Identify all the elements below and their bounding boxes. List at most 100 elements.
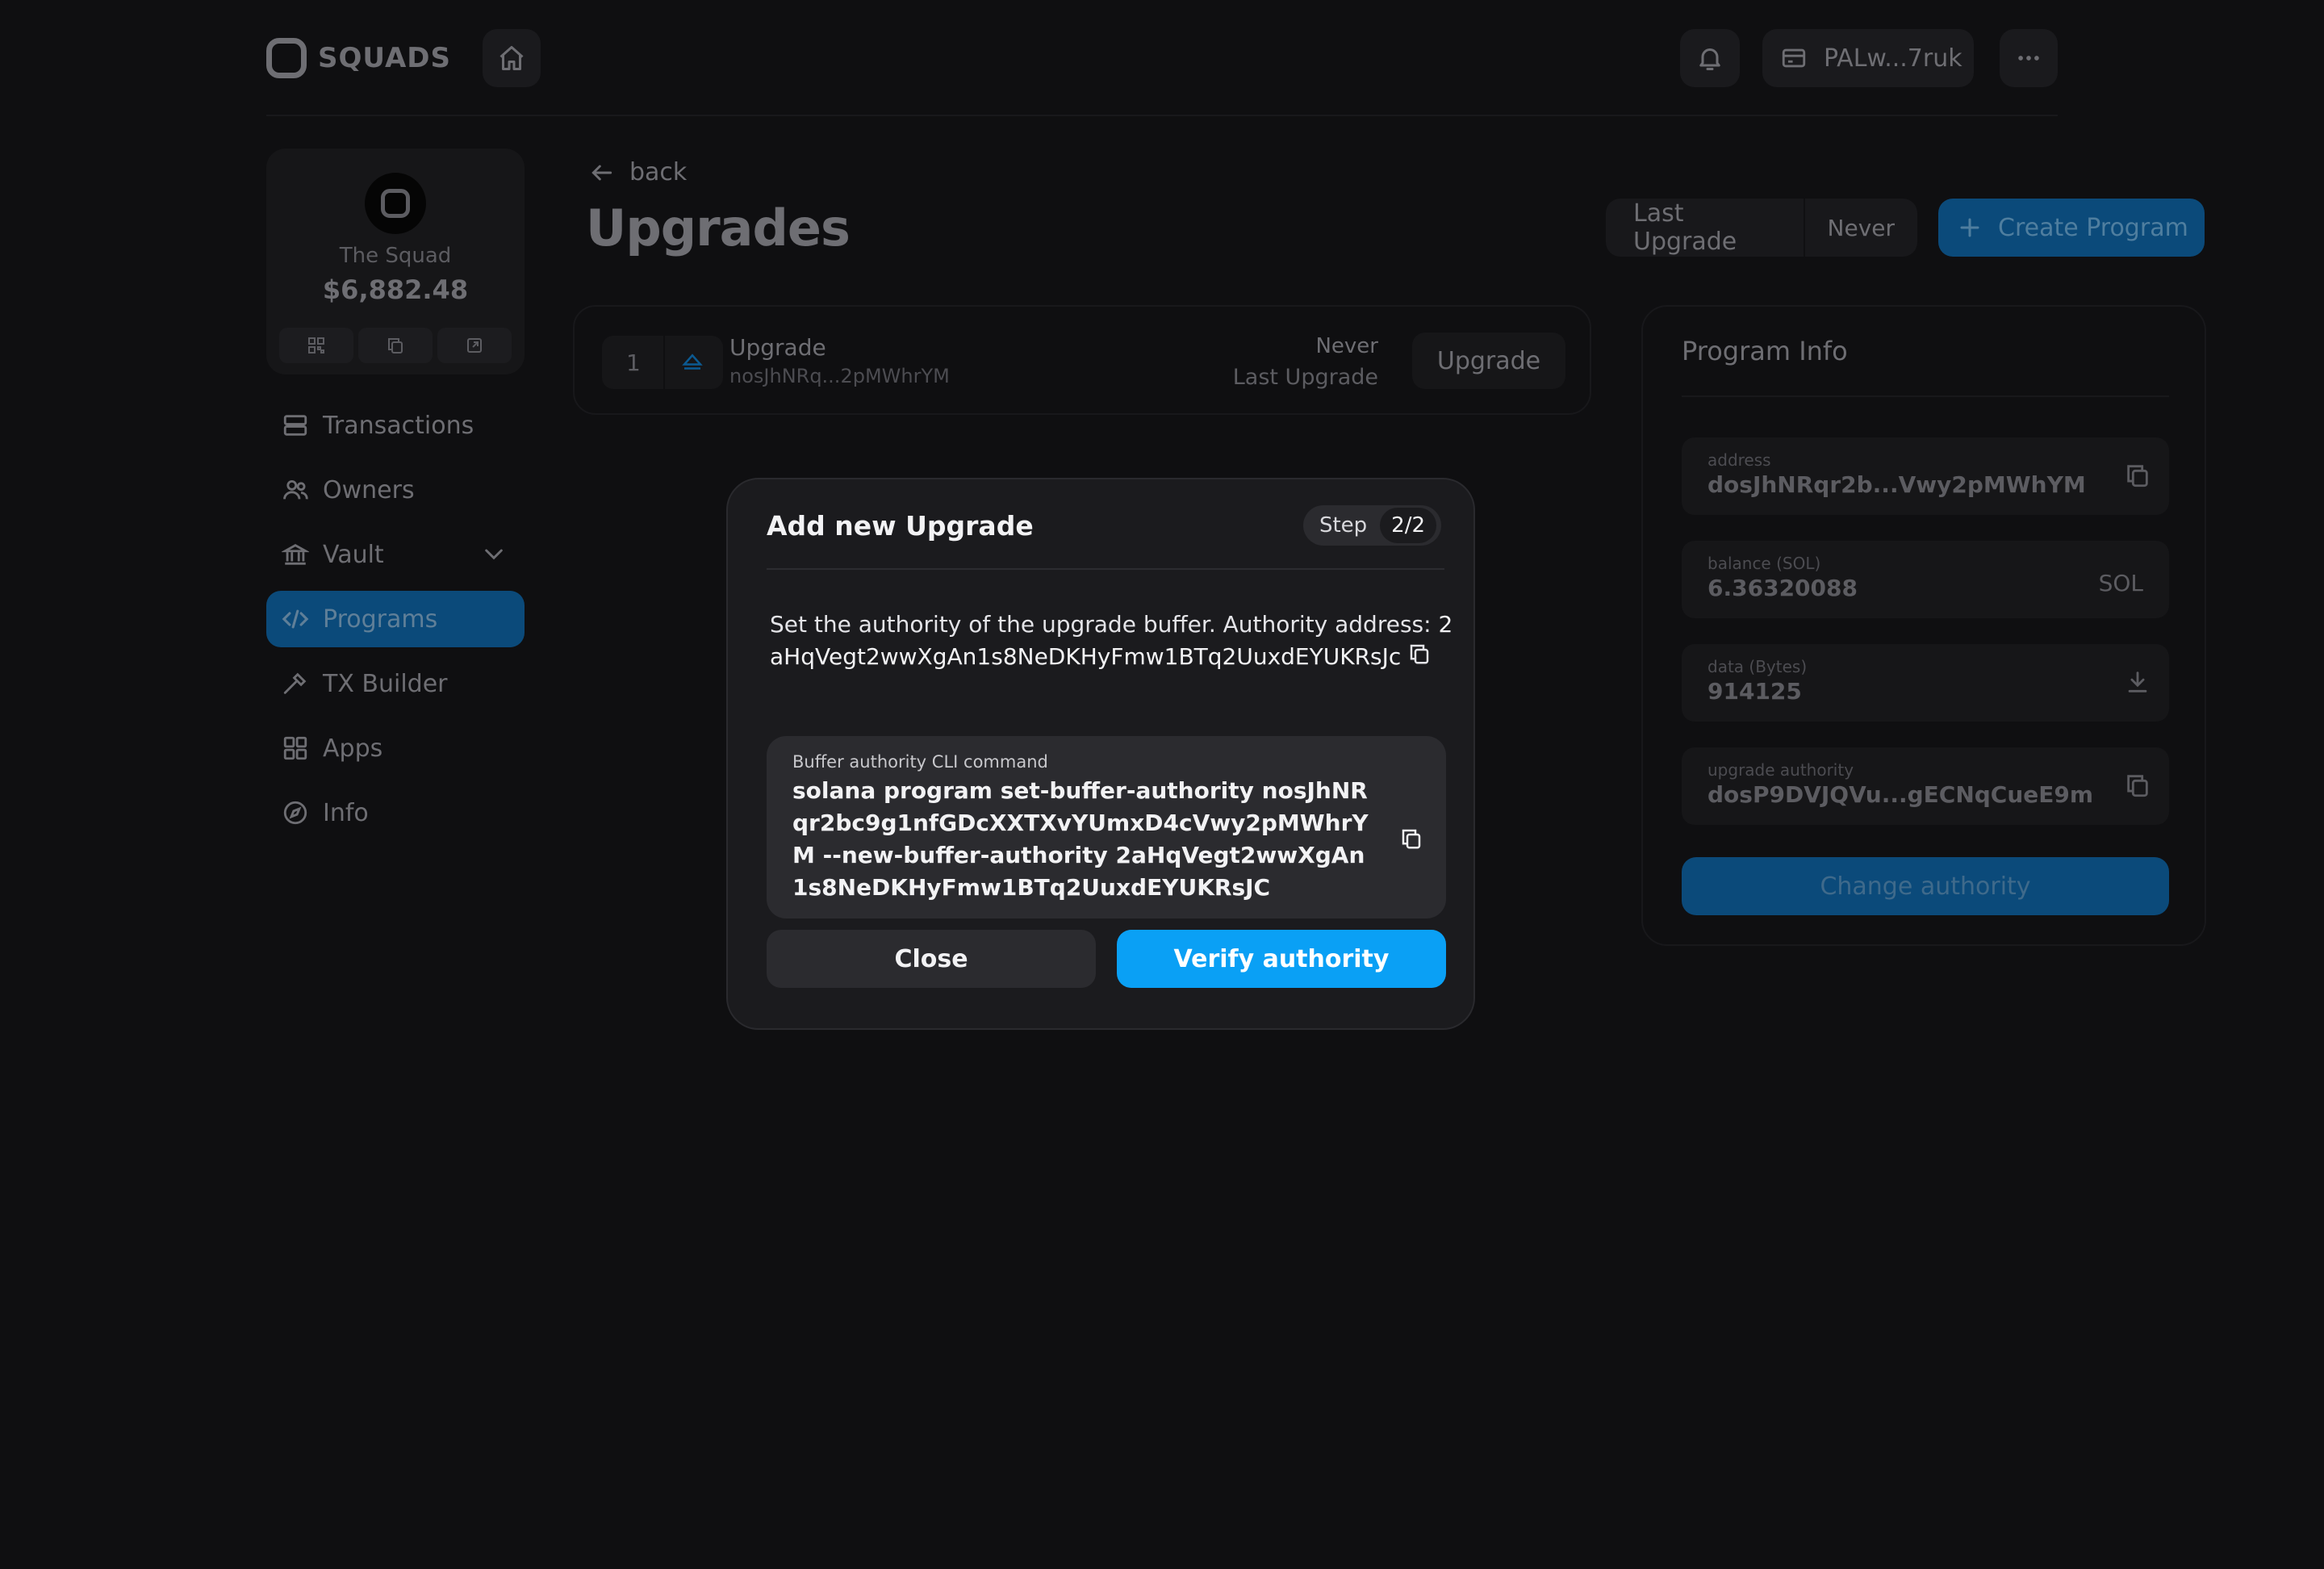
chevron-down-icon	[485, 549, 503, 560]
more-icon	[2018, 56, 2039, 61]
external-link-button[interactable]	[437, 328, 512, 363]
eject-icon	[682, 354, 703, 370]
squad-avatar	[365, 173, 426, 234]
download-button[interactable]	[2124, 668, 2151, 699]
qr-code-icon	[308, 337, 324, 354]
back-link[interactable]: back	[589, 158, 687, 186]
copy-icon	[388, 338, 403, 354]
code-icon	[282, 609, 309, 629]
sidebar-item-label: TX Builder	[323, 669, 448, 698]
step-label: Step	[1319, 513, 1368, 538]
field-value: dosJhNRqr2b...Vwy2pMWhYM	[1707, 471, 2086, 498]
upgrade-button[interactable]: Upgrade	[1412, 333, 1565, 389]
page-title: Upgrades	[586, 199, 851, 257]
header-divider	[266, 115, 2058, 116]
field-label: upgrade authority	[1707, 760, 1854, 780]
back-label: back	[629, 158, 688, 186]
last-upgrade-label: Last Upgrade	[1633, 199, 1737, 256]
last-upgrade-value: Never	[1803, 199, 1917, 257]
sidebar-item-tx-builder[interactable]: TX Builder	[266, 655, 525, 712]
upgrade-status: Never	[1315, 334, 1378, 358]
wallet-icon	[1782, 48, 1806, 68]
copy-authority-address-button[interactable]	[1407, 642, 1432, 675]
upgrade-status-label: Last Upgrade	[1232, 365, 1378, 390]
copy-icon	[2127, 465, 2148, 487]
sidebar-item-label: Info	[323, 798, 369, 827]
transactions-icon	[283, 415, 307, 436]
download-icon	[2128, 672, 2147, 692]
squad-card: The Squad $6,882.48	[266, 149, 525, 374]
copy-icon	[1402, 829, 1421, 849]
copy-authority-button[interactable]	[2124, 772, 2151, 802]
upgrade-index: 1	[626, 349, 641, 376]
copy-address-button[interactable]	[358, 328, 433, 363]
program-data-field: data (Bytes) 914125	[1682, 644, 2169, 722]
field-value: 6.36320088	[1707, 575, 1858, 601]
verify-authority-button[interactable]: Verify authority	[1117, 930, 1446, 988]
plus-icon	[1960, 218, 1979, 237]
field-value: dosP9DVJQVu...gECNqCueE9m	[1707, 781, 2094, 808]
sidebar-item-label: Programs	[323, 605, 438, 634]
upgrade-authority-field: upgrade authority dosP9DVJQVu...gECNqCue…	[1682, 747, 2169, 825]
upgrade-label: Upgrade	[729, 334, 826, 361]
field-label: address	[1707, 450, 1771, 470]
description-text: Set the authority of the upgrade buffer.…	[770, 611, 1439, 638]
sidebar-nav: Transactions Owners Vault Programs TX Bu…	[266, 397, 525, 849]
top-bar: SQUADS PALw...7ruk	[266, 29, 2058, 87]
sidebar-item-label: Transactions	[323, 411, 474, 440]
sidebar-item-vault[interactable]: Vault	[266, 526, 525, 583]
sidebar-item-transactions[interactable]: Transactions	[266, 397, 525, 454]
cli-command[interactable]: solana program set-buffer-authority nosJ…	[792, 775, 1373, 904]
squad-logo-icon	[381, 189, 410, 218]
create-program-label: Create Program	[1998, 213, 2188, 242]
program-balance-field: balance (SOL) 6.36320088 SOL	[1682, 541, 2169, 618]
change-authority-button[interactable]: Change authority	[1682, 857, 2169, 915]
modal-description: Set the authority of the upgrade buffer.…	[770, 609, 1464, 675]
brand-logo[interactable]: SQUADS	[266, 29, 451, 87]
close-button[interactable]: Close	[767, 930, 1096, 988]
home-button[interactable]	[483, 29, 541, 87]
bank-icon	[282, 544, 309, 565]
upgrade-address: nosJhNRq...2pMWhrYM	[729, 365, 950, 387]
sidebar-item-programs[interactable]: Programs	[266, 591, 525, 647]
bell-icon	[1699, 48, 1720, 70]
copy-icon	[1411, 644, 1429, 663]
add-upgrade-modal: Add new Upgrade Step 2/2 Set the authori…	[726, 478, 1475, 1030]
hammer-icon	[283, 672, 307, 694]
modal-title: Add new Upgrade	[767, 510, 1034, 542]
program-info-title: Program Info	[1682, 336, 1848, 366]
squad-actions	[279, 328, 512, 363]
copy-icon	[2127, 775, 2148, 797]
squads-logo-icon	[266, 38, 307, 78]
arrow-left-icon	[591, 165, 612, 180]
squad-balance: $6,882.48	[322, 274, 469, 305]
field-value: 914125	[1707, 678, 1802, 705]
copy-address-button[interactable]	[2124, 462, 2151, 492]
program-info-panel: Program Info address dosJhNRqr2b...Vwy2p…	[1641, 305, 2206, 946]
wallet-button[interactable]: PALw...7ruk	[1762, 29, 1974, 87]
squad-name: The Squad	[339, 244, 452, 268]
modal-divider	[767, 568, 1444, 570]
sidebar-item-apps[interactable]: Apps	[266, 720, 525, 776]
grid-icon	[283, 736, 307, 760]
upgrade-index-badge: 1	[602, 336, 723, 389]
upgrade-row: 1 Upgrade nosJhNRq...2pMWhrYM Never Last…	[573, 305, 1591, 415]
compass-icon	[283, 801, 307, 825]
sidebar-item-info[interactable]: Info	[266, 784, 525, 841]
create-program-button[interactable]: Create Program	[1938, 199, 2205, 257]
last-upgrade-pill: Last Upgrade Never	[1606, 199, 1917, 257]
copy-cli-button[interactable]	[1399, 826, 1423, 854]
balance-unit: SOL	[2098, 570, 2143, 596]
step-count: 2/2	[1380, 508, 1436, 543]
external-link-icon	[467, 338, 482, 353]
home-icon	[499, 46, 524, 70]
sidebar-item-owners[interactable]: Owners	[266, 462, 525, 518]
qr-code-button[interactable]	[279, 328, 353, 363]
step-indicator: Step 2/2	[1302, 505, 1441, 546]
notifications-button[interactable]	[1680, 29, 1740, 87]
sidebar-item-label: Owners	[323, 475, 415, 504]
more-options-button[interactable]	[2000, 29, 2058, 87]
program-info-divider	[1682, 395, 2169, 397]
sidebar-item-label: Vault	[323, 540, 384, 569]
field-label: balance (SOL)	[1707, 554, 1821, 573]
